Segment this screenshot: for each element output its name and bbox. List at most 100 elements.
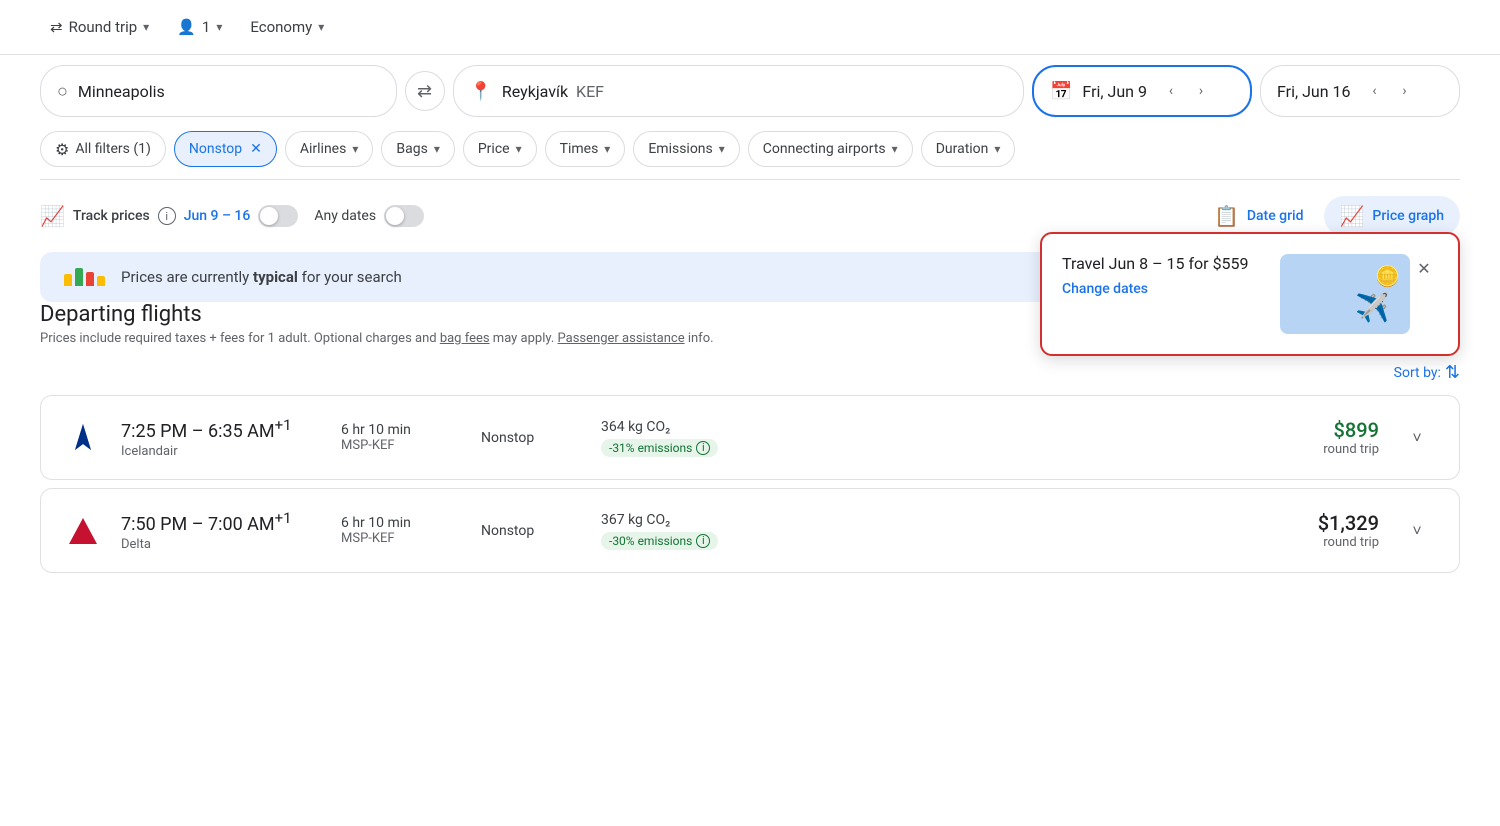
top-bar: ⇄ Round trip ▾ 👤 1 ▾ Economy ▾ (0, 0, 1500, 55)
track-prices-info-icon[interactable]: i (158, 207, 176, 225)
cabin-chevron: ▾ (318, 20, 324, 34)
price-graph-button[interactable]: 📈 Price graph (1324, 196, 1460, 236)
price-filter-button[interactable]: Price ▾ (463, 131, 537, 167)
bags-filter-button[interactable]: Bags ▾ (381, 131, 454, 167)
swap-button[interactable]: ⇄ (405, 71, 445, 111)
card-title-text: Travel Jun 8 – 15 for $559 (1062, 254, 1249, 273)
flight-stops: Nonstop (481, 523, 581, 539)
price-tip-highlight: typical (253, 268, 298, 286)
bags-chevron: ▾ (434, 142, 440, 156)
flight-duration: 6 hr 10 min MSP-KEF (341, 515, 461, 546)
emissions-chevron: ▾ (719, 142, 725, 156)
filter-bar: ⚙ All filters (1) Nonstop ✕ Airlines ▾ B… (0, 127, 1500, 179)
depart-prev-btn[interactable]: ‹ (1157, 77, 1185, 105)
date-grid-icon: 📋 (1214, 204, 1239, 228)
view-buttons: 📋 Date grid 📈 Price graph (1198, 196, 1460, 236)
flight-duration-value: 6 hr 10 min (341, 422, 461, 438)
times-chevron: ▾ (604, 142, 610, 156)
main-content: Prices are currently typical for your se… (0, 252, 1500, 302)
bag-fees-link[interactable]: bag fees (440, 331, 490, 346)
emissions-badge: -30% emissions i (601, 532, 718, 550)
cabin-label: Economy (250, 18, 312, 36)
return-prev-btn[interactable]: ‹ (1361, 77, 1389, 105)
emissions-badge-text: -31% emissions (609, 441, 692, 455)
trip-type-icon: ⇄ (50, 18, 63, 36)
flight-price-value: $1,329 (1318, 511, 1379, 535)
price-chevron: ▾ (516, 142, 522, 156)
trip-type-label: Round trip (69, 18, 138, 36)
emissions-info-icon[interactable]: i (696, 534, 710, 548)
cabin-selector[interactable]: Economy ▾ (240, 12, 334, 42)
flight-times: 7:50 PM – 7:00 AM+1 Delta (121, 509, 321, 552)
depart-date-input[interactable]: 📅 Fri, Jun 9 ‹ › (1032, 65, 1252, 117)
card-map-bg: ✈️ 🪙 (1280, 254, 1410, 334)
emissions-label: Emissions (648, 141, 712, 157)
price-graph-icon: 📈 (1340, 204, 1365, 228)
flight-row[interactable]: 7:25 PM – 6:35 AM+1 Icelandair 6 hr 10 m… (40, 395, 1460, 480)
emissions-info-icon[interactable]: i (696, 441, 710, 455)
connecting-airports-chevron: ▾ (892, 142, 898, 156)
flight-expand-button[interactable]: ˅ (1399, 420, 1435, 456)
flight-emissions: 367 kg CO₂ -30% emissions i (601, 512, 761, 550)
flight-duration-value: 6 hr 10 min (341, 515, 461, 531)
all-filters-button[interactable]: ⚙ All filters (1) (40, 131, 166, 167)
flight-time-value: 7:50 PM – 7:00 AM+1 (121, 509, 321, 535)
destination-value: Reykjavík KEF (502, 82, 604, 101)
flight-expand-button[interactable]: ˅ (1399, 513, 1435, 549)
airlines-filter-button[interactable]: Airlines ▾ (285, 131, 374, 167)
sort-icon[interactable]: ⇅ (1445, 362, 1460, 383)
flight-duration: 6 hr 10 min MSP-KEF (341, 422, 461, 453)
flight-airline-name: Delta (121, 537, 321, 552)
delta-logo (65, 513, 101, 549)
return-date-input[interactable]: Fri, Jun 16 ‹ › (1260, 65, 1460, 117)
person-icon: 👤 (177, 18, 196, 36)
track-prices-toggle-knob (260, 207, 278, 225)
sort-by-label: Sort by: (1394, 365, 1441, 381)
track-dates-value: Jun 9 – 16 (184, 208, 251, 224)
card-close-button[interactable]: ✕ (1410, 254, 1438, 282)
trending-icon: 📈 (40, 204, 65, 228)
destination-input[interactable]: 📍 Reykjavík KEF (453, 65, 1025, 117)
flight-price-value: $899 (1323, 418, 1379, 442)
any-dates-toggle-knob (386, 207, 404, 225)
depart-date-nav: ‹ › (1157, 77, 1215, 105)
nonstop-close-icon[interactable]: ✕ (250, 141, 262, 157)
duration-label: Duration (936, 141, 989, 157)
return-date-value: Fri, Jun 16 (1277, 82, 1351, 101)
any-dates-toggle[interactable] (384, 205, 424, 227)
emissions-filter-button[interactable]: Emissions ▾ (633, 131, 739, 167)
flight-stops: Nonstop (481, 430, 581, 446)
passenger-assistance-link[interactable]: Passenger assistance (558, 331, 685, 346)
airlines-chevron: ▾ (352, 142, 358, 156)
origin-input[interactable]: ○ Minneapolis (40, 65, 397, 117)
airlines-label: Airlines (300, 141, 346, 157)
origin-value: Minneapolis (78, 82, 165, 101)
depart-next-btn[interactable]: › (1187, 77, 1215, 105)
flight-airline-name: Icelandair (121, 444, 321, 459)
flight-row[interactable]: 7:50 PM – 7:00 AM+1 Delta 6 hr 10 min MS… (40, 488, 1460, 573)
nonstop-filter-button[interactable]: Nonstop ✕ (174, 131, 277, 167)
times-filter-button[interactable]: Times ▾ (545, 131, 626, 167)
card-title: Travel Jun 8 – 15 for $559 (1062, 254, 1280, 273)
date-grid-button[interactable]: 📋 Date grid (1198, 196, 1320, 236)
bags-label: Bags (396, 141, 427, 157)
duration-filter-button[interactable]: Duration ▾ (921, 131, 1016, 167)
any-dates-item: Any dates (314, 205, 424, 227)
change-dates-link[interactable]: Change dates (1062, 281, 1280, 297)
flight-price: $1,329 round trip (1318, 511, 1379, 550)
duration-chevron: ▾ (994, 142, 1000, 156)
price-tip-text: Prices are currently typical for your se… (121, 268, 402, 286)
trip-type-selector[interactable]: ⇄ Round trip ▾ (40, 12, 159, 42)
destination-icon: 📍 (470, 81, 492, 102)
passengers-selector[interactable]: 👤 1 ▾ (167, 12, 232, 42)
depart-date-value: Fri, Jun 9 (1082, 82, 1147, 101)
card-illustration: ✈️ 🪙 (1280, 254, 1410, 334)
popup-overlay: Prices are currently typical for your se… (40, 252, 1460, 302)
flight-price-sub: round trip (1318, 535, 1379, 550)
connecting-airports-filter-button[interactable]: Connecting airports ▾ (748, 131, 913, 167)
track-prices-toggle[interactable] (258, 205, 298, 227)
price-indicator (64, 268, 105, 286)
flight-times: 7:25 PM – 6:35 AM+1 Icelandair (121, 416, 321, 459)
return-next-btn[interactable]: › (1391, 77, 1419, 105)
flight-price-sub: round trip (1323, 442, 1379, 457)
